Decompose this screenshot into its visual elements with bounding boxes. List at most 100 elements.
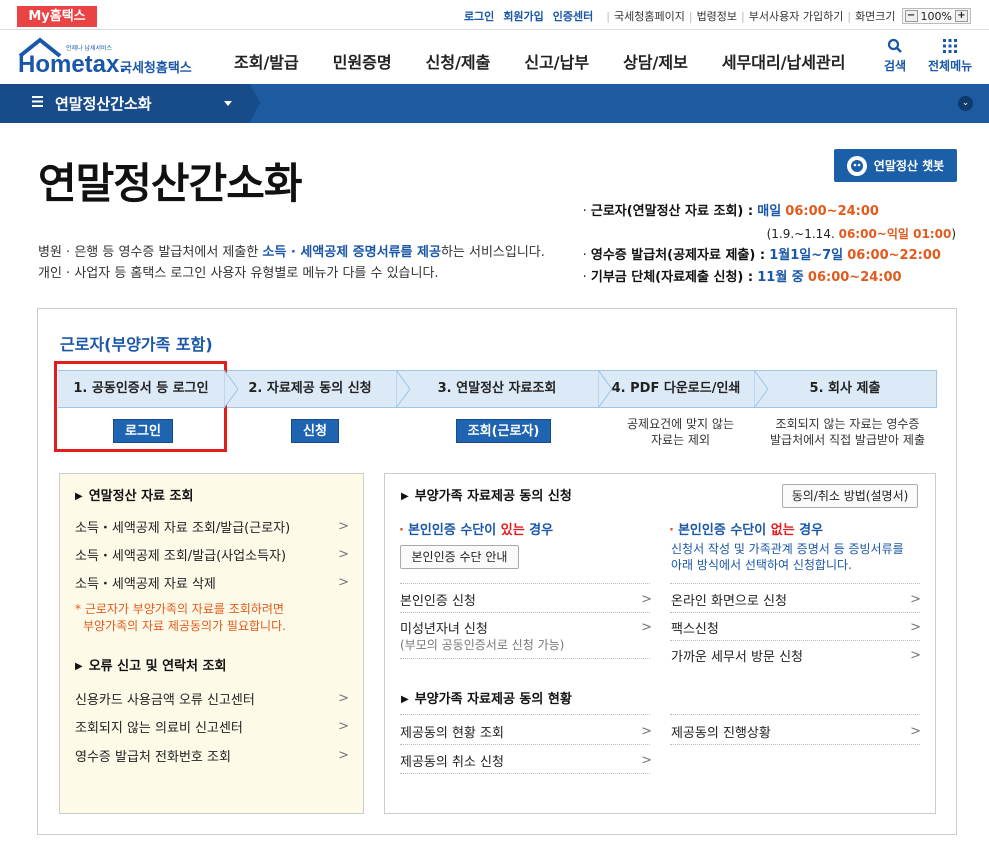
- schedule-row-donation: · 기부금 단체(자료제출 신청) : 11월 중 06:00~24:00: [582, 270, 902, 285]
- hometax-logo[interactable]: Hometax. 언제나 납세서비스 국세청홈택스: [16, 36, 201, 80]
- current-menu-label: 연말정산간소화: [55, 95, 152, 113]
- chevron-right-icon: >: [641, 724, 652, 739]
- dept-user-signup-link[interactable]: 부서사용자 가입하기: [749, 8, 844, 24]
- section-heading-data-query: 연말정산 자료 조회: [75, 485, 194, 504]
- chevron-right-icon: >: [338, 691, 349, 706]
- apply-button[interactable]: 신청: [291, 419, 339, 443]
- dependent-consent-note: * 근로자가 부양가족의 자료를 조회하려면 부양가족의 자료 제공동의가 필요합…: [75, 602, 286, 633]
- gnb-report-pay[interactable]: 신고/납부: [524, 49, 589, 73]
- cert-center-link[interactable]: 인증센터: [553, 8, 593, 24]
- section-heading-consent-apply: 부양가족 자료제공 동의 신청: [401, 485, 572, 504]
- svg-text:Hometax.: Hometax.: [18, 51, 126, 78]
- chevron-right-icon: >: [338, 547, 349, 562]
- chevron-right-icon: >: [910, 724, 921, 739]
- gnb-apply-submit[interactable]: 신청/제출: [426, 49, 491, 73]
- login-link[interactable]: 로그인: [464, 8, 494, 24]
- main-header: Hometax. 언제나 납세서비스 국세청홈택스 조회/발급 민원증명 신청/…: [0, 30, 989, 84]
- svg-text:언제나 납세서비스: 언제나 납세서비스: [66, 44, 113, 52]
- list-item-issuer-phone[interactable]: 영수증 발급처 전화번호 조회 >: [75, 746, 349, 765]
- list-item-consent-cancel[interactable]: 제공동의 취소 신청 >: [400, 751, 652, 770]
- highlight-box: [54, 361, 227, 452]
- divider: |: [741, 9, 745, 23]
- left-panel: 연말정산 자료 조회 소득・세액공제 자료 조회/발급(근로자)> 소득・세액공…: [59, 473, 364, 814]
- auth-guide-button[interactable]: 본인인증 수단 안내: [400, 545, 519, 569]
- global-nav: 조회/발급 민원증명 신청/제출 신고/납부 상담/제보 세무대리/납세관리: [217, 49, 862, 73]
- right-panel: 부양가족 자료제공 동의 신청 동의/취소 방법(설명서) ·본인인증 수단이 …: [384, 473, 936, 814]
- chevron-right-icon: >: [338, 519, 349, 534]
- zoom-in-button[interactable]: +: [955, 10, 968, 22]
- step-2: 2. 자료제공 동의 신청: [224, 370, 410, 408]
- divider: [670, 612, 920, 613]
- expand-chevron-icon[interactable]: ⌄: [958, 96, 973, 111]
- list-item-consent-progress[interactable]: 제공동의 진행상황 >: [671, 722, 921, 741]
- divider: [400, 773, 650, 774]
- utility-links: 로그인 회원가입 인증센터 | 국세청홈페이지 | 법령정보 | 부서사용자 가…: [464, 8, 971, 24]
- divider: [400, 658, 650, 659]
- list-item-office-visit[interactable]: 가까운 세무서 방문 신청 >: [671, 646, 921, 665]
- chevron-right-icon: >: [338, 748, 349, 763]
- list-item-data-delete[interactable]: 소득・세액공제 자료 삭제 >: [75, 573, 349, 592]
- chatbot-button[interactable]: 연말정산 챗봇: [834, 149, 957, 182]
- search-button[interactable]: 검색: [884, 38, 906, 74]
- divider: |: [847, 9, 852, 23]
- card-title: 근로자(부양가족 포함): [60, 335, 213, 354]
- menu-dropdown[interactable]: 연말정산간소화: [0, 84, 250, 123]
- list-item-card-error[interactable]: 신용카드 사용금액 오류 신고센터 >: [75, 689, 349, 708]
- divider: [670, 640, 920, 641]
- no-auth-heading: · 본인인증 수단이 없는 경우: [669, 523, 824, 538]
- step4-note: 공제요건에 맞지 않는 자료는 제외: [627, 417, 734, 447]
- divider: [400, 744, 650, 745]
- chevron-right-icon: >: [641, 753, 652, 768]
- divider: [670, 583, 920, 584]
- gnb-inquiry-issue[interactable]: 조회/발급: [234, 49, 299, 73]
- location-bar: 연말정산간소화 ⌄: [0, 84, 989, 123]
- all-menu-button[interactable]: 전체메뉴: [928, 38, 972, 74]
- chevron-right-icon: >: [338, 575, 349, 590]
- page-title: 연말정산간소화: [38, 159, 302, 208]
- list-item-self-auth-apply[interactable]: 본인인증 신청 >: [400, 590, 652, 609]
- query-worker-button[interactable]: 조회(근로자): [456, 419, 551, 443]
- divider: [670, 714, 920, 715]
- desc-line-2: 개인 · 사업자 등 홈택스 로그인 사용자 유형별로 메뉴가 다를 수 있습니…: [38, 266, 439, 281]
- step-5: 5. 회사 제출: [754, 370, 937, 408]
- hamburger-icon: [32, 96, 43, 107]
- list-item-minor-apply[interactable]: 미성년자녀 신청 >: [400, 618, 652, 637]
- nts-homepage-link[interactable]: 국세청홈페이지: [614, 8, 685, 24]
- consent-method-button[interactable]: 동의/취소 방법(설명서): [782, 484, 918, 508]
- chevron-right-icon: >: [641, 620, 652, 635]
- minor-apply-sub: (부모의 공동인증서로 신청 가능): [400, 638, 565, 652]
- desc-line-1: 병원 · 은행 등 영수증 발급처에서 제출한 소득 · 세액공제 증명서류를 …: [38, 245, 545, 260]
- section-heading-consent-status: 부양가족 자료제공 동의 현황: [401, 688, 572, 707]
- divider: [400, 612, 650, 613]
- list-item-fax-apply[interactable]: 팩스신청 >: [671, 618, 921, 637]
- chatbot-icon: [846, 155, 867, 176]
- list-item-worker-query[interactable]: 소득・세액공제 자료 조회/발급(근로자) >: [75, 517, 349, 536]
- screen-size-label: 화면크기: [855, 10, 896, 23]
- law-info-link[interactable]: 법령정보: [697, 8, 737, 24]
- house-logo-icon: Hometax. 언제나 납세서비스 국세청홈택스: [18, 37, 192, 78]
- signup-link[interactable]: 회원가입: [503, 8, 543, 24]
- chevron-right-icon: >: [910, 592, 921, 607]
- list-item-medical-report[interactable]: 조회되지 않는 의료비 신고센터 >: [75, 717, 349, 736]
- my-hometax-button[interactable]: My홈택스: [17, 6, 97, 27]
- chatbot-label: 연말정산 챗봇: [873, 159, 945, 173]
- chevron-right-icon: >: [338, 719, 349, 734]
- breadcrumb-arrow: [250, 84, 260, 122]
- list-item-business-query[interactable]: 소득・세액공제 조회/발급(사업소득자) >: [75, 545, 349, 564]
- caret-down-icon: [224, 101, 232, 106]
- chevron-right-icon: >: [910, 648, 921, 663]
- chevron-right-icon: >: [641, 592, 652, 607]
- divider: [400, 714, 650, 715]
- all-menu-label: 전체메뉴: [928, 59, 973, 73]
- gnb-civil-cert[interactable]: 민원증명: [333, 49, 392, 73]
- gnb-tax-agent[interactable]: 세무대리/납세관리: [722, 49, 846, 73]
- step-4: 4. PDF 다운로드/인쇄: [598, 370, 768, 408]
- list-item-consent-status-query[interactable]: 제공동의 현황 조회 >: [400, 722, 652, 741]
- zoom-out-button[interactable]: −: [904, 10, 918, 22]
- list-item-online-apply[interactable]: 온라인 화면으로 신청 >: [671, 590, 921, 609]
- top-utility-bar: My홈택스 로그인 회원가입 인증센터 | 국세청홈페이지 | 법령정보 | 부…: [0, 0, 989, 30]
- gnb-consult-tip[interactable]: 상담/제보: [623, 49, 688, 73]
- zoom-level: 100%: [920, 9, 952, 23]
- zoom-control: − 100% +: [901, 8, 971, 24]
- schedule-row-worker-sub: (1.9.~1.14. 06:00~익일 01:00): [766, 227, 956, 241]
